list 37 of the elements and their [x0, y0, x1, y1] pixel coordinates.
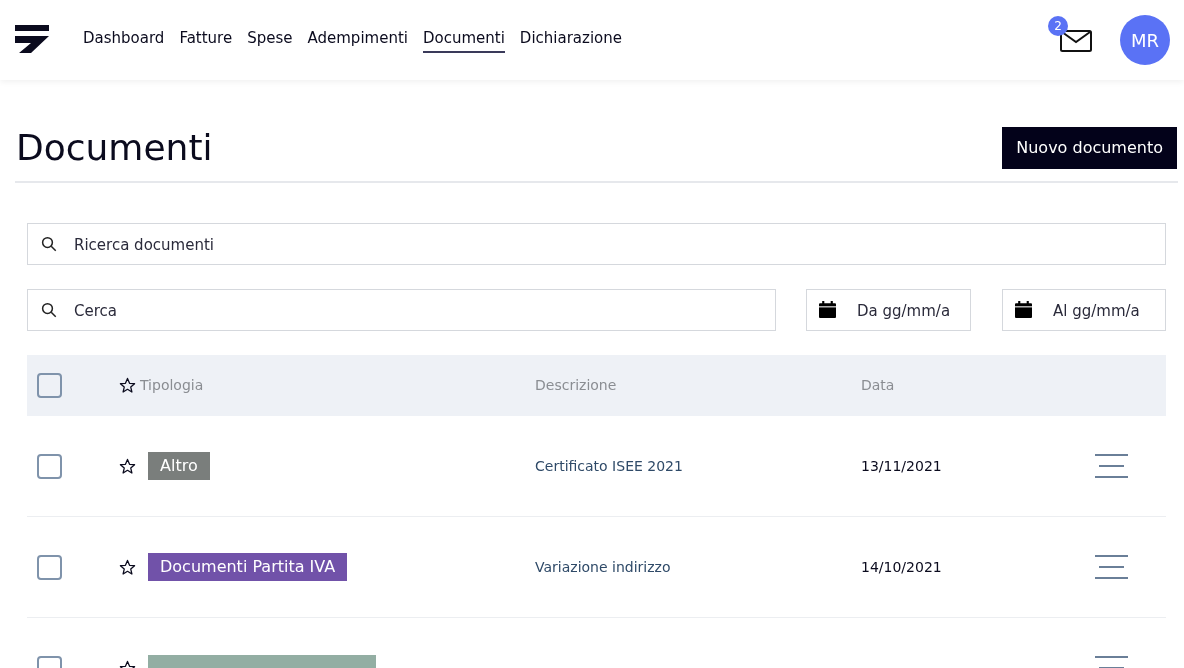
- nav-link[interactable]: Documenti: [422, 26, 505, 54]
- table-cell-text: Variazione indirizzo: [535, 557, 672, 577]
- search-field[interactable]: Ricerca documenti: [27, 223, 1166, 266]
- type-tag: Documenti Partita IVA: [148, 553, 348, 582]
- mail-icon[interactable]: [1060, 29, 1092, 52]
- new-document-button[interactable]: Nuovo documento: [1002, 126, 1177, 169]
- star-icon[interactable]: [119, 558, 136, 576]
- table-cell-text: 14/10/2021: [861, 557, 943, 577]
- page-title: Documenti: [16, 126, 213, 170]
- search-field[interactable]: Cerca: [27, 289, 776, 332]
- star-icon[interactable]: [119, 377, 136, 395]
- column-header: Tipologia: [140, 376, 204, 396]
- table-cell-text: Certificato ISEE 2021: [535, 456, 684, 476]
- search-icon: [40, 301, 58, 320]
- column-header: Data: [861, 376, 896, 396]
- row-checkbox[interactable]: [37, 554, 62, 580]
- notification-count: 2: [1048, 16, 1068, 36]
- calendar-icon: [819, 301, 836, 319]
- menu-icon[interactable]: [1095, 555, 1128, 580]
- select-all-checkbox[interactable]: [37, 373, 62, 399]
- column-header: Descrizione: [535, 376, 618, 396]
- nav-link[interactable]: Dichiarazione: [519, 26, 622, 54]
- user-avatar[interactable]: MR: [1120, 15, 1170, 65]
- nav-link[interactable]: Adempimenti: [307, 26, 408, 54]
- date-field[interactable]: Al gg/mm/a: [1002, 289, 1166, 332]
- nav-link[interactable]: Fatture: [179, 26, 233, 54]
- row-checkbox[interactable]: [37, 453, 62, 479]
- nav-link[interactable]: Spese: [247, 26, 293, 54]
- star-icon[interactable]: [119, 457, 136, 475]
- search-icon: [40, 235, 58, 254]
- calendar-icon: [1015, 301, 1032, 319]
- logo-icon[interactable]: [15, 25, 49, 55]
- table-cell-text: 13/11/2021: [861, 456, 943, 476]
- type-tag: Altro: [148, 452, 210, 481]
- menu-icon[interactable]: [1095, 454, 1128, 479]
- date-field[interactable]: Da gg/mm/a: [806, 289, 971, 332]
- nav-link[interactable]: Dashboard: [83, 26, 165, 54]
